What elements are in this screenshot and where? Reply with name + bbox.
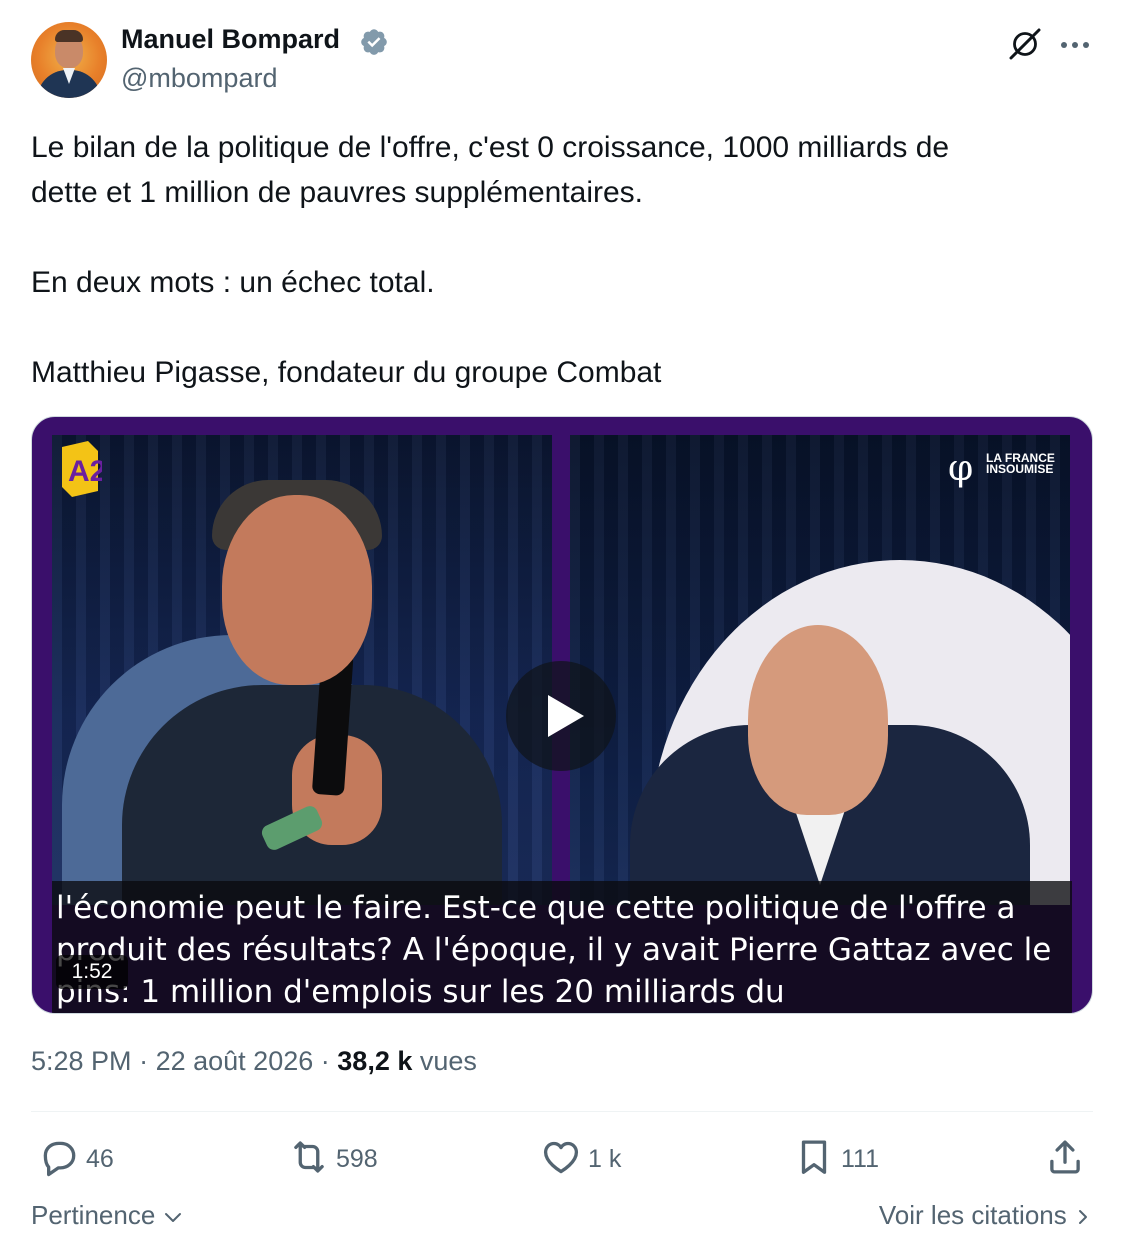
lfi-logo: φ LA FRANCE INSOUMISE — [948, 449, 1068, 489]
tweet-line: Matthieu Pigasse, fondateur du groupe Co… — [31, 356, 662, 389]
bookmark-count: 111 — [841, 1145, 880, 1173]
subtitle-line: pins: 1 million d'emplois sur les 20 mil… — [56, 974, 785, 1010]
play-icon — [548, 695, 584, 737]
tweet-meta: 5:28 PM · 22 août 2026 · 38,2 k vues — [31, 1046, 477, 1077]
view-quotes-link[interactable]: Voir les citations — [879, 1200, 1092, 1231]
repost-button[interactable]: 598 — [288, 1136, 418, 1180]
lfi-phi-icon: φ — [948, 448, 974, 489]
author-name[interactable]: Manuel Bompard — [121, 24, 340, 55]
tweet-line: Le bilan de la politique de l'offre, c'e… — [31, 131, 950, 164]
bookmark-icon — [801, 1140, 827, 1174]
video-frame-right — [570, 435, 1070, 905]
tweet-time[interactable]: 5:28 PM — [31, 1046, 132, 1076]
share-icon — [1050, 1140, 1080, 1174]
repost-icon — [294, 1141, 324, 1173]
avatar[interactable] — [31, 22, 107, 98]
chevron-down-icon — [164, 1213, 181, 1223]
tweet-line: En deux mots : un échec total. — [31, 266, 435, 299]
more-icon[interactable] — [1058, 28, 1092, 62]
tweet-header: Manuel Bompard @mbompard — [31, 22, 1093, 102]
play-button[interactable] — [506, 661, 616, 771]
meta-separator: · — [139, 1046, 149, 1076]
video-player[interactable]: A2 φ LA FRANCE INSOUMISE l'économie peut… — [31, 416, 1093, 1014]
views-count[interactable]: 38,2 k — [337, 1046, 412, 1076]
tweet-date[interactable]: 22 août 2026 — [156, 1046, 314, 1076]
views-label: vues — [419, 1046, 477, 1076]
reply-icon — [43, 1141, 76, 1177]
meta-separator: · — [320, 1046, 330, 1076]
subtitle-line: produit des résultats? A l'époque, il y … — [56, 932, 1052, 968]
tweet-line: dette et 1 million de pauvres supplément… — [31, 176, 644, 209]
grok-icon[interactable] — [1007, 26, 1043, 62]
view-quotes-label: Voir les citations — [878, 1200, 1067, 1230]
divider — [31, 1111, 1093, 1112]
verified-badge-icon — [361, 29, 387, 55]
video-subtitles: l'économie peut le faire. Est-ce que cet… — [56, 887, 1076, 1013]
like-button[interactable]: 1 k — [540, 1136, 650, 1180]
repost-count: 598 — [336, 1145, 378, 1173]
lfi-logo-text: LA FRANCE INSOUMISE — [986, 451, 1055, 476]
channel-logo-a2-text: A2 — [68, 455, 102, 488]
channel-logo-a2: A2 — [62, 441, 102, 497]
bookmark-button[interactable]: 111 — [793, 1136, 903, 1180]
subtitle-line: l'économie peut le faire. Est-ce que cet… — [56, 890, 1016, 926]
reply-count: 46 — [86, 1145, 114, 1173]
video-frame-left — [52, 435, 552, 905]
sort-label: Pertinence — [31, 1200, 156, 1230]
heart-icon — [543, 1141, 579, 1174]
tweet-text: Le bilan de la politique de l'offre, c'e… — [31, 125, 1091, 395]
sort-dropdown[interactable]: Pertinence — [31, 1200, 183, 1231]
chevron-right-icon — [1079, 1210, 1087, 1225]
like-count: 1 k — [588, 1145, 622, 1173]
video-duration: 1:52 — [56, 955, 128, 989]
author-handle[interactable]: @mbompard — [121, 63, 277, 94]
reply-button[interactable]: 46 — [38, 1136, 148, 1180]
share-button[interactable] — [1044, 1136, 1088, 1180]
